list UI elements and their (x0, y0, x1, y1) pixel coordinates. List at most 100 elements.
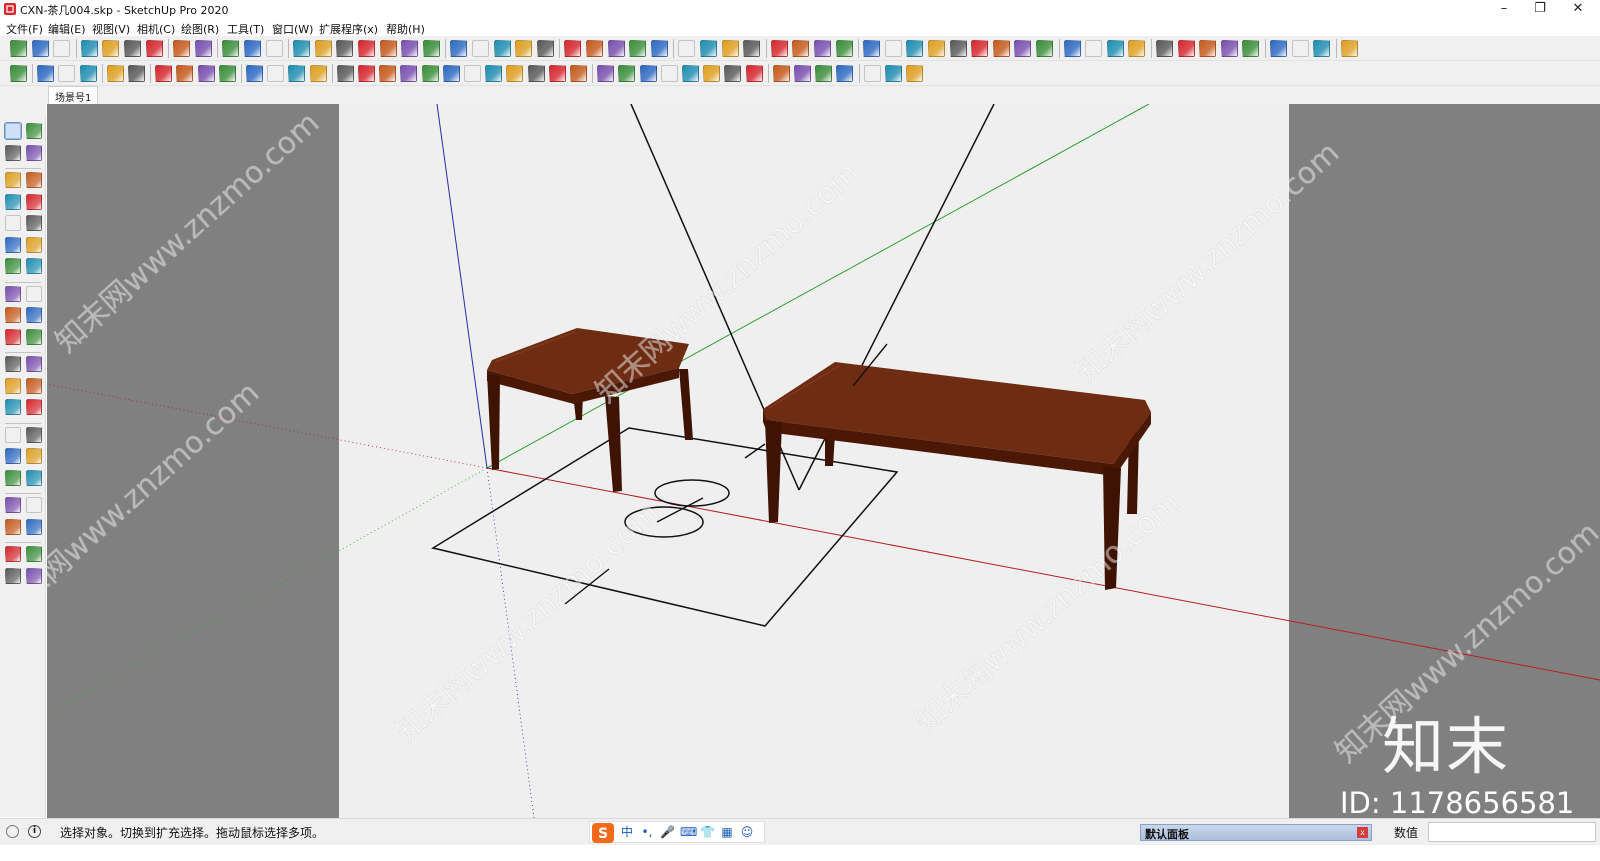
tape-measure-left-icon[interactable] (5, 356, 21, 372)
measurements-input[interactable] (1428, 822, 1596, 842)
offset-icon[interactable] (26, 328, 42, 345)
frame-3-icon[interactable] (197, 65, 215, 82)
zoom-window-icon[interactable] (26, 448, 42, 464)
text-icon[interactable] (992, 40, 1010, 57)
open-icon[interactable] (31, 40, 49, 57)
cloud-icon[interactable] (79, 65, 97, 82)
sogou-input-icon[interactable]: S (592, 823, 614, 843)
frame-2-icon[interactable] (176, 65, 194, 82)
lock-icon[interactable] (218, 65, 236, 82)
hidden-line-icon[interactable] (336, 40, 354, 57)
arc-path-icon[interactable] (597, 65, 615, 82)
front-view-icon[interactable] (472, 40, 489, 57)
settings-icon[interactable] (1270, 40, 1287, 57)
railing-icon[interactable] (724, 65, 742, 82)
group-icon[interactable] (586, 40, 603, 57)
photo-texture-icon[interactable] (1199, 40, 1217, 57)
geo-location-icon[interactable] (6, 825, 19, 838)
pan-icon[interactable] (26, 426, 42, 443)
look-around-icon[interactable] (26, 497, 42, 513)
upload-icon[interactable] (1242, 40, 1260, 57)
maximize-button[interactable]: ❐ (1522, 0, 1558, 18)
column-icon[interactable] (267, 65, 285, 82)
book-icon[interactable] (815, 65, 833, 82)
pie-icon[interactable] (26, 258, 42, 274)
grid-icon[interactable] (772, 65, 790, 82)
beam-icon[interactable] (288, 65, 306, 82)
close-tray-icon[interactable]: x (1357, 827, 1368, 838)
user-icon[interactable] (1340, 40, 1358, 57)
brush-icon[interactable] (836, 65, 854, 82)
three-point-arc-icon[interactable] (5, 258, 21, 274)
path-tool-12-icon[interactable] (570, 65, 587, 82)
sandbox-scratch-icon[interactable] (770, 40, 788, 57)
extension-left-icon[interactable] (26, 546, 42, 562)
ime-punctuation-icon[interactable]: •, (640, 825, 654, 840)
path-tool-9-icon[interactable] (506, 65, 524, 82)
solid-trim-icon[interactable] (700, 40, 717, 57)
freehand-icon[interactable] (26, 172, 42, 188)
mail-icon[interactable] (1291, 40, 1309, 57)
layout-icon[interactable] (1106, 40, 1124, 57)
menu-file[interactable]: 文件(F) (6, 21, 43, 37)
path-tool-10-icon[interactable] (527, 65, 545, 82)
save-icon[interactable] (53, 40, 71, 57)
brush-2-icon[interactable] (863, 65, 881, 82)
path-tool-7-icon[interactable] (464, 65, 481, 82)
path-tool-11-icon[interactable] (548, 65, 566, 82)
distribute-icon[interactable] (128, 65, 145, 82)
lasso-icon[interactable] (58, 65, 76, 82)
rectangle-icon[interactable] (5, 193, 21, 210)
follow-me-icon[interactable] (26, 307, 42, 323)
rotated-rectangle-icon[interactable] (26, 193, 42, 210)
menu-draw[interactable]: 绘图(R) (181, 21, 219, 37)
two-point-arc-icon[interactable] (26, 236, 42, 253)
menu-view[interactable]: 视图(V) (92, 21, 130, 37)
component-icon[interactable] (564, 40, 582, 57)
line-icon[interactable] (5, 172, 21, 188)
frame-export-icon[interactable] (884, 65, 902, 82)
default-tray-tab[interactable]: 默认面板 x (1140, 824, 1372, 841)
back-edges-icon[interactable] (293, 40, 311, 57)
ruby-icon[interactable] (5, 567, 21, 584)
spiral-icon[interactable] (682, 65, 699, 82)
ime-voice-icon[interactable]: 🎤 (660, 825, 675, 840)
make-component-left-icon[interactable] (26, 123, 42, 139)
sandbox-drape-icon[interactable] (835, 40, 853, 57)
section-plane-left-icon[interactable] (26, 518, 42, 535)
paint-bucket-icon[interactable] (5, 144, 21, 161)
text-left-icon[interactable] (26, 377, 42, 394)
solid-union-icon[interactable] (629, 40, 647, 57)
3d-text-icon[interactable] (1036, 40, 1053, 57)
section-cut-icon[interactable] (906, 40, 924, 57)
info-icon[interactable] (1313, 40, 1331, 57)
zoom-extents-icon[interactable] (5, 469, 21, 486)
shaded-textures-icon[interactable] (379, 40, 397, 57)
frame-icon[interactable] (155, 65, 173, 82)
model-info-icon[interactable] (244, 40, 261, 57)
menu-camera[interactable]: 相机(C) (137, 21, 175, 37)
push-pull-icon[interactable] (26, 285, 42, 302)
protractor-left-icon[interactable] (5, 377, 21, 394)
menu-window[interactable]: 窗口(W) (272, 21, 313, 37)
back-view-icon[interactable] (515, 40, 533, 57)
new-model-icon[interactable] (10, 40, 27, 57)
walk-icon[interactable] (5, 518, 21, 535)
path-tool-1-icon[interactable] (336, 65, 354, 82)
section-plane-icon[interactable] (863, 40, 881, 57)
paint-row2-icon[interactable] (37, 65, 55, 82)
eraser-icon[interactable] (26, 144, 42, 161)
warehouse-left-icon[interactable] (5, 546, 21, 562)
sandbox-contours-icon[interactable] (743, 40, 761, 57)
add-location-icon[interactable] (1156, 40, 1173, 57)
ime-emoji-icon[interactable]: ☺ (740, 825, 754, 840)
render-icon[interactable] (906, 65, 923, 82)
zoom-icon[interactable] (5, 448, 21, 464)
3d-warehouse-icon[interactable] (1085, 40, 1103, 57)
align-icon[interactable] (106, 65, 124, 82)
shaded-icon[interactable] (358, 40, 375, 57)
iso-view-icon[interactable] (422, 40, 440, 57)
path-tool-8-icon[interactable] (485, 65, 503, 82)
orbit-icon[interactable] (5, 426, 21, 443)
path-tool-4-icon[interactable] (400, 65, 418, 82)
